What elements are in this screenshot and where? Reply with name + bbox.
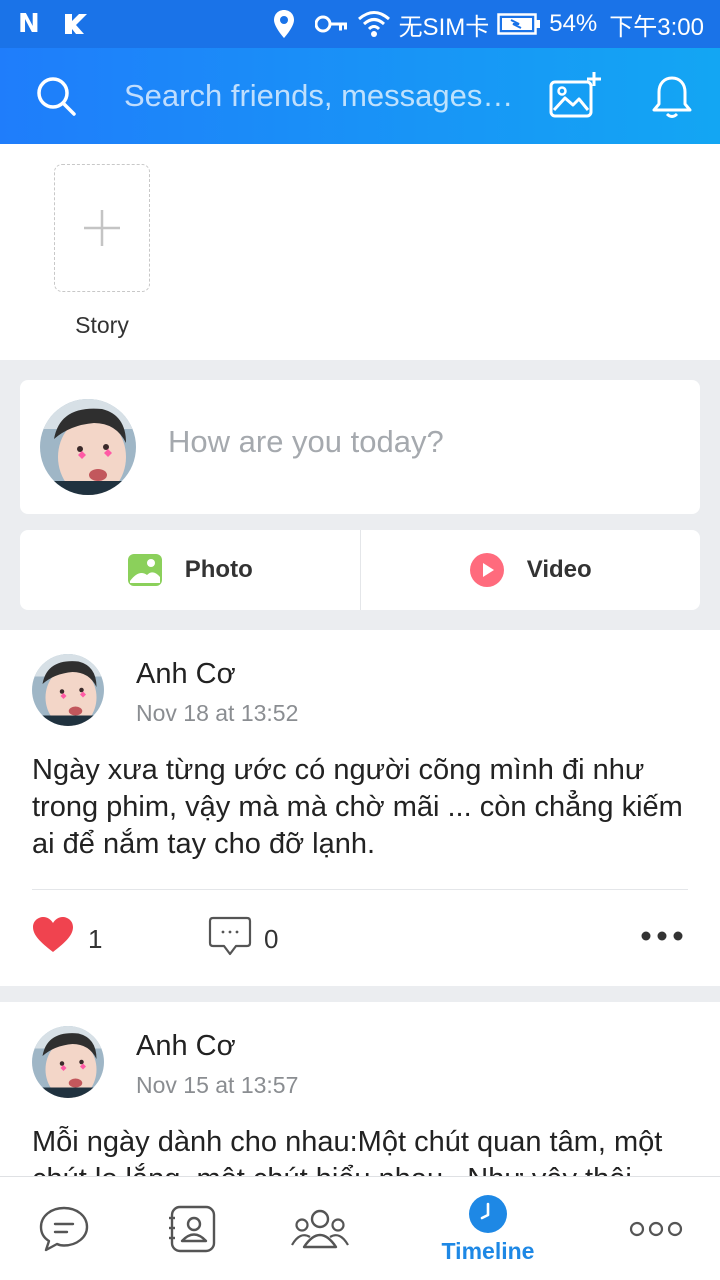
bell-icon[interactable]	[650, 74, 694, 120]
comment-count: 0	[264, 924, 279, 954]
app-header	[0, 48, 720, 144]
video-button[interactable]: Video	[359, 530, 701, 610]
photo-label: Photo	[184, 556, 253, 583]
avatar[interactable]	[32, 1026, 104, 1098]
nav-timeline[interactable]: Timeline	[432, 1177, 544, 1280]
status-bar: N 无SIM卡 54% 下午3:00	[0, 0, 720, 48]
feed-post: Anh Cơ Nov 18 at 13:52 Ngày xưa từng ước…	[0, 630, 720, 986]
nav-messages[interactable]	[30, 1177, 98, 1280]
nav-timeline-label: Timeline	[441, 1237, 535, 1264]
photo-button[interactable]: Photo	[20, 530, 360, 610]
post-author[interactable]: Anh Cơ	[136, 1030, 236, 1063]
post-text: Mỗi ngày dành cho nhau:Một chút quan tâm…	[32, 1126, 663, 1180]
group-icon	[291, 1209, 349, 1249]
avatar[interactable]	[32, 654, 104, 726]
battery-icon	[497, 13, 541, 35]
nav-contacts[interactable]	[164, 1177, 220, 1280]
feed-post: Anh Cơ Nov 15 at 13:57 Mỗi ngày dành cho…	[0, 1002, 720, 1180]
heart-icon	[33, 917, 73, 952]
post-actions: 1 0	[32, 916, 692, 960]
more-options-icon[interactable]	[640, 926, 684, 946]
story-section: Story	[0, 144, 720, 360]
nav-groups[interactable]	[288, 1177, 352, 1280]
video-icon	[469, 553, 504, 587]
post-text: Ngày xưa từng ước có người cõng mình đi …	[32, 754, 683, 860]
add-photo-icon[interactable]	[548, 70, 604, 122]
carrier-text: 无SIM卡	[398, 13, 490, 41]
media-bar: Photo Video	[20, 530, 700, 610]
clock: 下午3:00	[609, 13, 704, 41]
post-author[interactable]: Anh Cơ	[136, 658, 236, 691]
story-label: Story	[75, 312, 129, 338]
n-notification-icon: N	[18, 9, 40, 39]
post-timestamp: Nov 18 at 13:52	[136, 700, 299, 726]
avatar[interactable]	[40, 399, 136, 495]
nav-more[interactable]	[626, 1177, 686, 1280]
plus-icon	[84, 210, 120, 246]
chat-bubble-icon	[39, 1206, 89, 1252]
comment-button[interactable]: 0	[208, 916, 328, 960]
search-icon[interactable]	[34, 74, 78, 118]
wifi-icon	[357, 11, 390, 37]
status-input[interactable]: How are you today?	[168, 424, 444, 460]
comment-icon	[208, 916, 252, 956]
contacts-icon	[169, 1205, 216, 1253]
video-label: Video	[526, 556, 592, 583]
app-notification-icon	[64, 14, 87, 34]
clock-icon	[469, 1194, 507, 1233]
add-story-button[interactable]	[54, 164, 150, 292]
photo-icon	[127, 554, 162, 586]
post-composer[interactable]: How are you today?	[20, 380, 700, 514]
divider	[32, 889, 688, 890]
like-button[interactable]: 1	[32, 916, 152, 960]
post-timestamp: Nov 15 at 13:57	[136, 1072, 299, 1098]
battery-percent: 54%	[549, 10, 598, 37]
bottom-navigation: Timeline	[0, 1176, 720, 1280]
search-input[interactable]	[124, 74, 524, 118]
more-icon	[629, 1221, 683, 1237]
location-icon	[273, 10, 294, 38]
like-count: 1	[88, 924, 103, 954]
key-icon	[314, 15, 347, 33]
